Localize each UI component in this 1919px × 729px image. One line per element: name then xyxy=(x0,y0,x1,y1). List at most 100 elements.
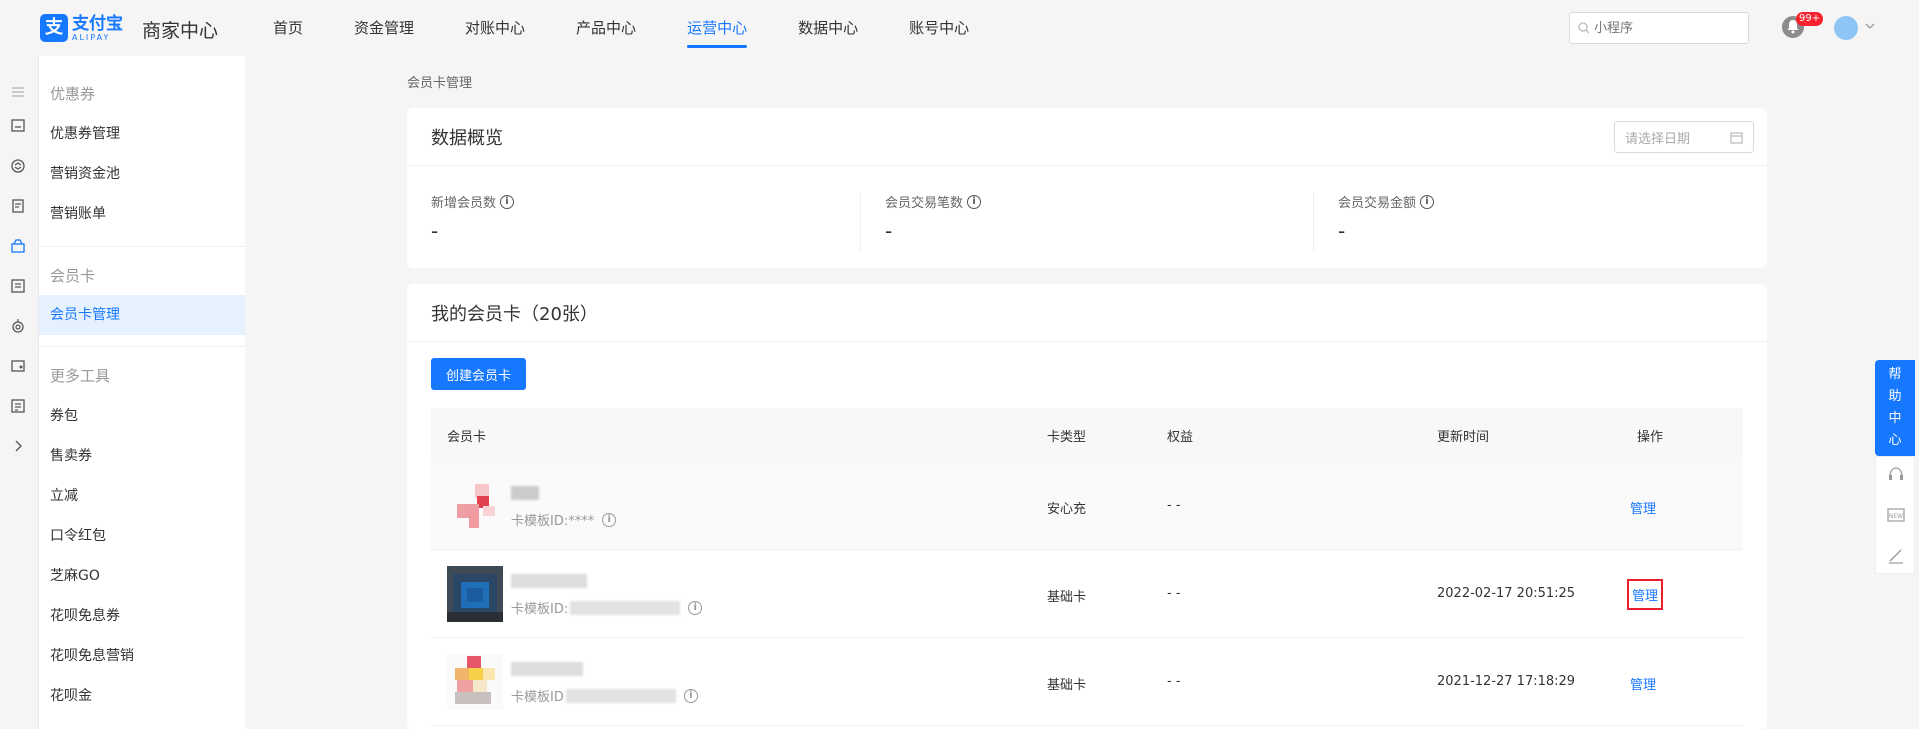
benefit-cell: - - xyxy=(1167,498,1181,513)
search-input[interactable] xyxy=(1594,20,1734,36)
nav-home[interactable]: 首页 xyxy=(256,0,320,56)
column-header-card: 会员卡 xyxy=(447,430,487,445)
card-type-cell: 安心充 xyxy=(1047,502,1087,517)
info-icon[interactable]: i xyxy=(683,688,698,703)
sidebar-item-zhima-go[interactable]: 芝麻GO xyxy=(39,556,245,596)
calendar-icon xyxy=(1730,131,1743,144)
nav-funds[interactable]: 资金管理 xyxy=(337,0,431,56)
icon-rail xyxy=(0,74,36,729)
sidebar-item-huabei-free-interest-marketing[interactable]: 花呗免息营销 xyxy=(39,636,245,676)
brand-title: 商家中心 xyxy=(142,20,219,42)
report-icon[interactable] xyxy=(10,398,26,414)
sidebar-item-marketing-fund-pool[interactable]: 营销资金池 xyxy=(39,154,245,194)
group-title-coupon: 优惠券 xyxy=(50,85,96,103)
column-header-action: 操作 xyxy=(1637,430,1664,445)
user-avatar[interactable] xyxy=(1834,16,1858,40)
menu-divider xyxy=(39,246,245,247)
menu-toggle-icon[interactable] xyxy=(10,84,26,100)
nav-reconciliation[interactable]: 对账中心 xyxy=(448,0,542,56)
card-name-redacted xyxy=(511,486,539,500)
dashboard-icon[interactable] xyxy=(10,118,26,134)
template-id-text: 卡模板ID:**** xyxy=(511,514,595,529)
stat-label: 新增会员数 xyxy=(431,196,497,211)
help-char: 心 xyxy=(1888,433,1902,448)
wallet-icon[interactable] xyxy=(10,358,26,374)
floating-tools: NEW xyxy=(1875,456,1915,574)
sidebar-item-huabei-gold[interactable]: 花呗金 xyxy=(39,676,245,716)
main-nav: 首页 资金管理 对账中心 产品中心 运营中心 数据中心 账号中心 xyxy=(256,0,1003,56)
alipay-logo-icon: 支 xyxy=(40,14,68,42)
card-template-id: 卡模板ID:**** i xyxy=(511,510,617,529)
sidebar-item-coupon-pack[interactable]: 券包 xyxy=(39,396,245,436)
marketing-icon[interactable] xyxy=(10,238,26,254)
svg-text:NEW: NEW xyxy=(1889,513,1903,520)
nav-operations[interactable]: 运营中心 xyxy=(670,0,764,56)
template-id-text: 卡模板ID: xyxy=(511,602,569,617)
nav-data[interactable]: 数据中心 xyxy=(781,0,875,56)
overview-title: 数据概览 xyxy=(431,128,503,149)
headset-icon[interactable] xyxy=(1886,465,1906,485)
manage-link[interactable]: 管理 xyxy=(1630,674,1656,693)
sidebar-item-member-card-management[interactable]: 会员卡管理 xyxy=(39,295,245,335)
notification-badge: 99+ xyxy=(1796,12,1824,26)
target-icon[interactable] xyxy=(10,318,26,334)
menu-divider xyxy=(39,346,245,347)
table-row: 卡模板ID:**** i 安心充 - - 管理 xyxy=(431,462,1743,550)
stat-divider xyxy=(1313,192,1314,252)
stat-value: - xyxy=(1338,219,1346,243)
stat-label: 会员交易笔数 xyxy=(885,196,964,211)
sidebar-item-sale-coupon[interactable]: 售卖券 xyxy=(39,436,245,476)
create-member-card-button[interactable]: 创建会员卡 xyxy=(431,358,527,390)
stat-label: 会员交易金额 xyxy=(1338,196,1417,211)
alipay-logo[interactable]: 支 支付宝 ALIPAY xyxy=(40,14,123,42)
new-feature-icon[interactable]: NEW xyxy=(1886,505,1906,525)
info-icon[interactable]: i xyxy=(1420,194,1435,209)
stat-new-members: 新增会员数 i - xyxy=(431,192,515,243)
nav-products[interactable]: 产品中心 xyxy=(559,0,653,56)
info-icon[interactable]: i xyxy=(500,194,515,209)
help-char: 中 xyxy=(1888,411,1902,426)
edit-icon[interactable] xyxy=(1886,545,1906,565)
benefit-cell: - - xyxy=(1167,586,1181,601)
benefit-cell: - - xyxy=(1167,674,1181,689)
info-icon[interactable]: i xyxy=(688,600,703,615)
data-overview-card: 数据概览 请选择日期 新增会员数 i - 会员交易笔数 i - 会员交易金额 i - xyxy=(407,108,1767,268)
column-header-updated: 更新时间 xyxy=(1437,430,1490,445)
info-icon[interactable]: i xyxy=(602,512,617,527)
card-type-cell: 基础卡 xyxy=(1047,678,1087,693)
stat-value: - xyxy=(431,219,439,243)
sidebar-item-instant-discount[interactable]: 立减 xyxy=(39,476,245,516)
updated-cell: 2022-02-17 20:51:25 xyxy=(1437,586,1576,601)
manage-link[interactable]: 管理 xyxy=(1630,498,1656,517)
column-header-benefit: 权益 xyxy=(1167,430,1194,445)
table-row: 卡模板ID i 基础卡 - - 2021-12-27 17:18:29 管理 xyxy=(431,638,1743,726)
table-header: 会员卡 卡类型 权益 更新时间 操作 xyxy=(431,408,1743,462)
date-picker-placeholder: 请选择日期 xyxy=(1625,131,1691,147)
date-picker[interactable]: 请选择日期 xyxy=(1614,121,1754,153)
member-cards-table: 会员卡 卡类型 权益 更新时间 操作 卡模板ID:**** i 安心充 - - 管… xyxy=(431,408,1743,726)
sidebar-item-password-red-packet[interactable]: 口令红包 xyxy=(39,516,245,556)
help-center-button[interactable]: 帮 助 中 心 xyxy=(1875,360,1915,456)
help-char: 助 xyxy=(1888,389,1902,404)
search-box[interactable] xyxy=(1569,12,1749,44)
sidebar-item-coupon-management[interactable]: 优惠券管理 xyxy=(39,114,245,154)
group-title-more-tools: 更多工具 xyxy=(50,367,111,385)
card-thumbnail xyxy=(447,566,503,622)
search-icon xyxy=(1578,22,1590,34)
member-cards-title: 我的会员卡（20张） xyxy=(431,304,598,325)
nav-account[interactable]: 账号中心 xyxy=(892,0,986,56)
updated-cell: 2021-12-27 17:18:29 xyxy=(1437,674,1576,689)
chevron-right-icon[interactable] xyxy=(10,438,26,454)
sidebar-item-huabei-free-interest-coupon[interactable]: 花呗免息券 xyxy=(39,596,245,636)
transfer-icon[interactable] xyxy=(10,158,26,174)
bill-icon[interactable] xyxy=(10,198,26,214)
template-id-redacted xyxy=(565,688,676,703)
info-icon[interactable]: i xyxy=(967,194,982,209)
sidebar-item-marketing-bill[interactable]: 营销账单 xyxy=(39,194,245,234)
manage-link[interactable]: 管理 xyxy=(1627,579,1664,610)
document-icon[interactable] xyxy=(10,278,26,294)
card-type-cell: 基础卡 xyxy=(1047,590,1087,605)
group-title-member-card: 会员卡 xyxy=(50,267,96,285)
chevron-down-icon[interactable] xyxy=(1864,20,1876,32)
template-id-redacted xyxy=(570,600,681,615)
